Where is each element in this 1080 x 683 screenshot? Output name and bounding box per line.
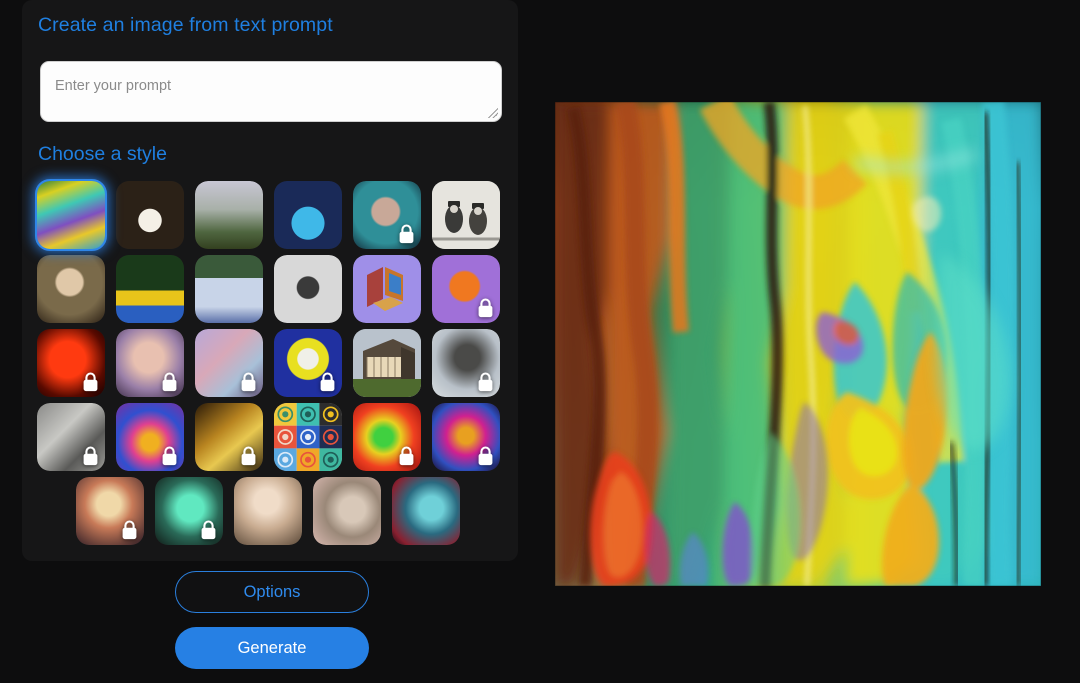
style-thumbnail-panda-3d-render bbox=[116, 181, 184, 249]
options-button[interactable]: Options bbox=[175, 571, 369, 613]
generate-button[interactable]: Generate bbox=[175, 627, 369, 669]
lock-icon bbox=[399, 224, 414, 244]
style-tile-portrait-teal-glow[interactable] bbox=[353, 181, 421, 249]
lock-icon bbox=[241, 372, 256, 392]
style-thumbnail-modern-architecture bbox=[353, 329, 421, 397]
choose-style-label: Choose a style bbox=[38, 143, 167, 165]
style-row-2 bbox=[37, 255, 500, 323]
style-thumbnail-misty-forest-landscape bbox=[195, 181, 263, 249]
style-tile-grey-texture[interactable] bbox=[37, 403, 105, 471]
style-thumbnail-impressionist-ballet bbox=[195, 255, 263, 323]
style-tile-dreamy-blur[interactable] bbox=[195, 329, 263, 397]
lock-icon bbox=[83, 372, 98, 392]
style-tile-modern-architecture[interactable] bbox=[353, 329, 421, 397]
app-root: Create an image from text prompt Choose … bbox=[0, 0, 1080, 683]
preview-panel bbox=[555, 102, 1041, 586]
style-tile-soft-pastel-portrait[interactable] bbox=[116, 329, 184, 397]
style-tile-flat-icon-set[interactable] bbox=[274, 403, 342, 471]
style-tile-panda-3d-render[interactable] bbox=[116, 181, 184, 249]
style-tile-teal-red-portrait[interactable] bbox=[392, 477, 460, 545]
lock-icon bbox=[83, 446, 98, 466]
style-thumbnail-neon-robot bbox=[274, 181, 342, 249]
lock-icon bbox=[478, 446, 493, 466]
style-tile-vivid-portrait[interactable] bbox=[432, 403, 500, 471]
style-tile-digital-painting-girl[interactable] bbox=[234, 477, 302, 545]
style-row-4 bbox=[37, 403, 500, 471]
style-thumbnail-still-life-flowers bbox=[116, 255, 184, 323]
style-thumbnail-isometric-3d-icon bbox=[353, 255, 421, 323]
lock-icon bbox=[399, 446, 414, 466]
lock-icon bbox=[478, 372, 493, 392]
style-thumbnail-pencil-sketch-cup bbox=[274, 255, 342, 323]
style-thumbnail-teal-red-portrait bbox=[392, 477, 460, 545]
style-thumbnail-flat-icon-set bbox=[274, 403, 342, 471]
style-tile-glowing-face[interactable] bbox=[76, 477, 144, 545]
style-tile-still-life-flowers[interactable] bbox=[116, 255, 184, 323]
style-tile-painterly-soldier[interactable] bbox=[313, 477, 381, 545]
style-tile-misty-forest-landscape[interactable] bbox=[195, 181, 263, 249]
lock-icon bbox=[122, 520, 137, 540]
style-tile-neon-red-skull[interactable] bbox=[37, 329, 105, 397]
style-row-3 bbox=[37, 329, 500, 397]
style-tile-low-poly-fox[interactable] bbox=[432, 255, 500, 323]
style-tile-pop-art-portrait[interactable] bbox=[274, 329, 342, 397]
style-thumbnail-abstract-colorful bbox=[37, 181, 105, 249]
style-tile-renaissance-portrait[interactable] bbox=[37, 255, 105, 323]
style-tile-rainbow-swirl[interactable] bbox=[353, 403, 421, 471]
style-row-1 bbox=[35, 179, 500, 251]
style-tile-abstract-colorful[interactable] bbox=[35, 179, 107, 251]
style-tile-green-silhouette[interactable] bbox=[155, 477, 223, 545]
style-thumbnail-digital-painting-girl bbox=[234, 477, 302, 545]
style-thumbnail-painterly-soldier bbox=[313, 477, 381, 545]
prompt-input[interactable] bbox=[40, 61, 502, 122]
style-tile-vintage-engraving[interactable] bbox=[432, 181, 500, 249]
generated-image-preview[interactable] bbox=[555, 102, 1041, 586]
style-tile-foggy-stone[interactable] bbox=[432, 329, 500, 397]
style-thumbnail-vintage-engraving bbox=[432, 181, 500, 249]
lock-icon bbox=[320, 372, 335, 392]
style-tile-isometric-3d-icon[interactable] bbox=[353, 255, 421, 323]
style-grid bbox=[35, 179, 500, 551]
style-tile-golden-abstract[interactable] bbox=[195, 403, 263, 471]
style-thumbnail-renaissance-portrait bbox=[37, 255, 105, 323]
lock-icon bbox=[478, 298, 493, 318]
page-title: Create an image from text prompt bbox=[38, 14, 333, 36]
style-tile-psychedelic-figure[interactable] bbox=[116, 403, 184, 471]
prompt-field-container[interactable] bbox=[40, 61, 502, 122]
lock-icon bbox=[162, 446, 177, 466]
lock-icon bbox=[162, 372, 177, 392]
lock-icon bbox=[201, 520, 216, 540]
style-tile-impressionist-ballet[interactable] bbox=[195, 255, 263, 323]
style-row-5 bbox=[37, 477, 499, 545]
style-tile-neon-robot[interactable] bbox=[274, 181, 342, 249]
lock-icon bbox=[241, 446, 256, 466]
style-tile-pencil-sketch-cup[interactable] bbox=[274, 255, 342, 323]
